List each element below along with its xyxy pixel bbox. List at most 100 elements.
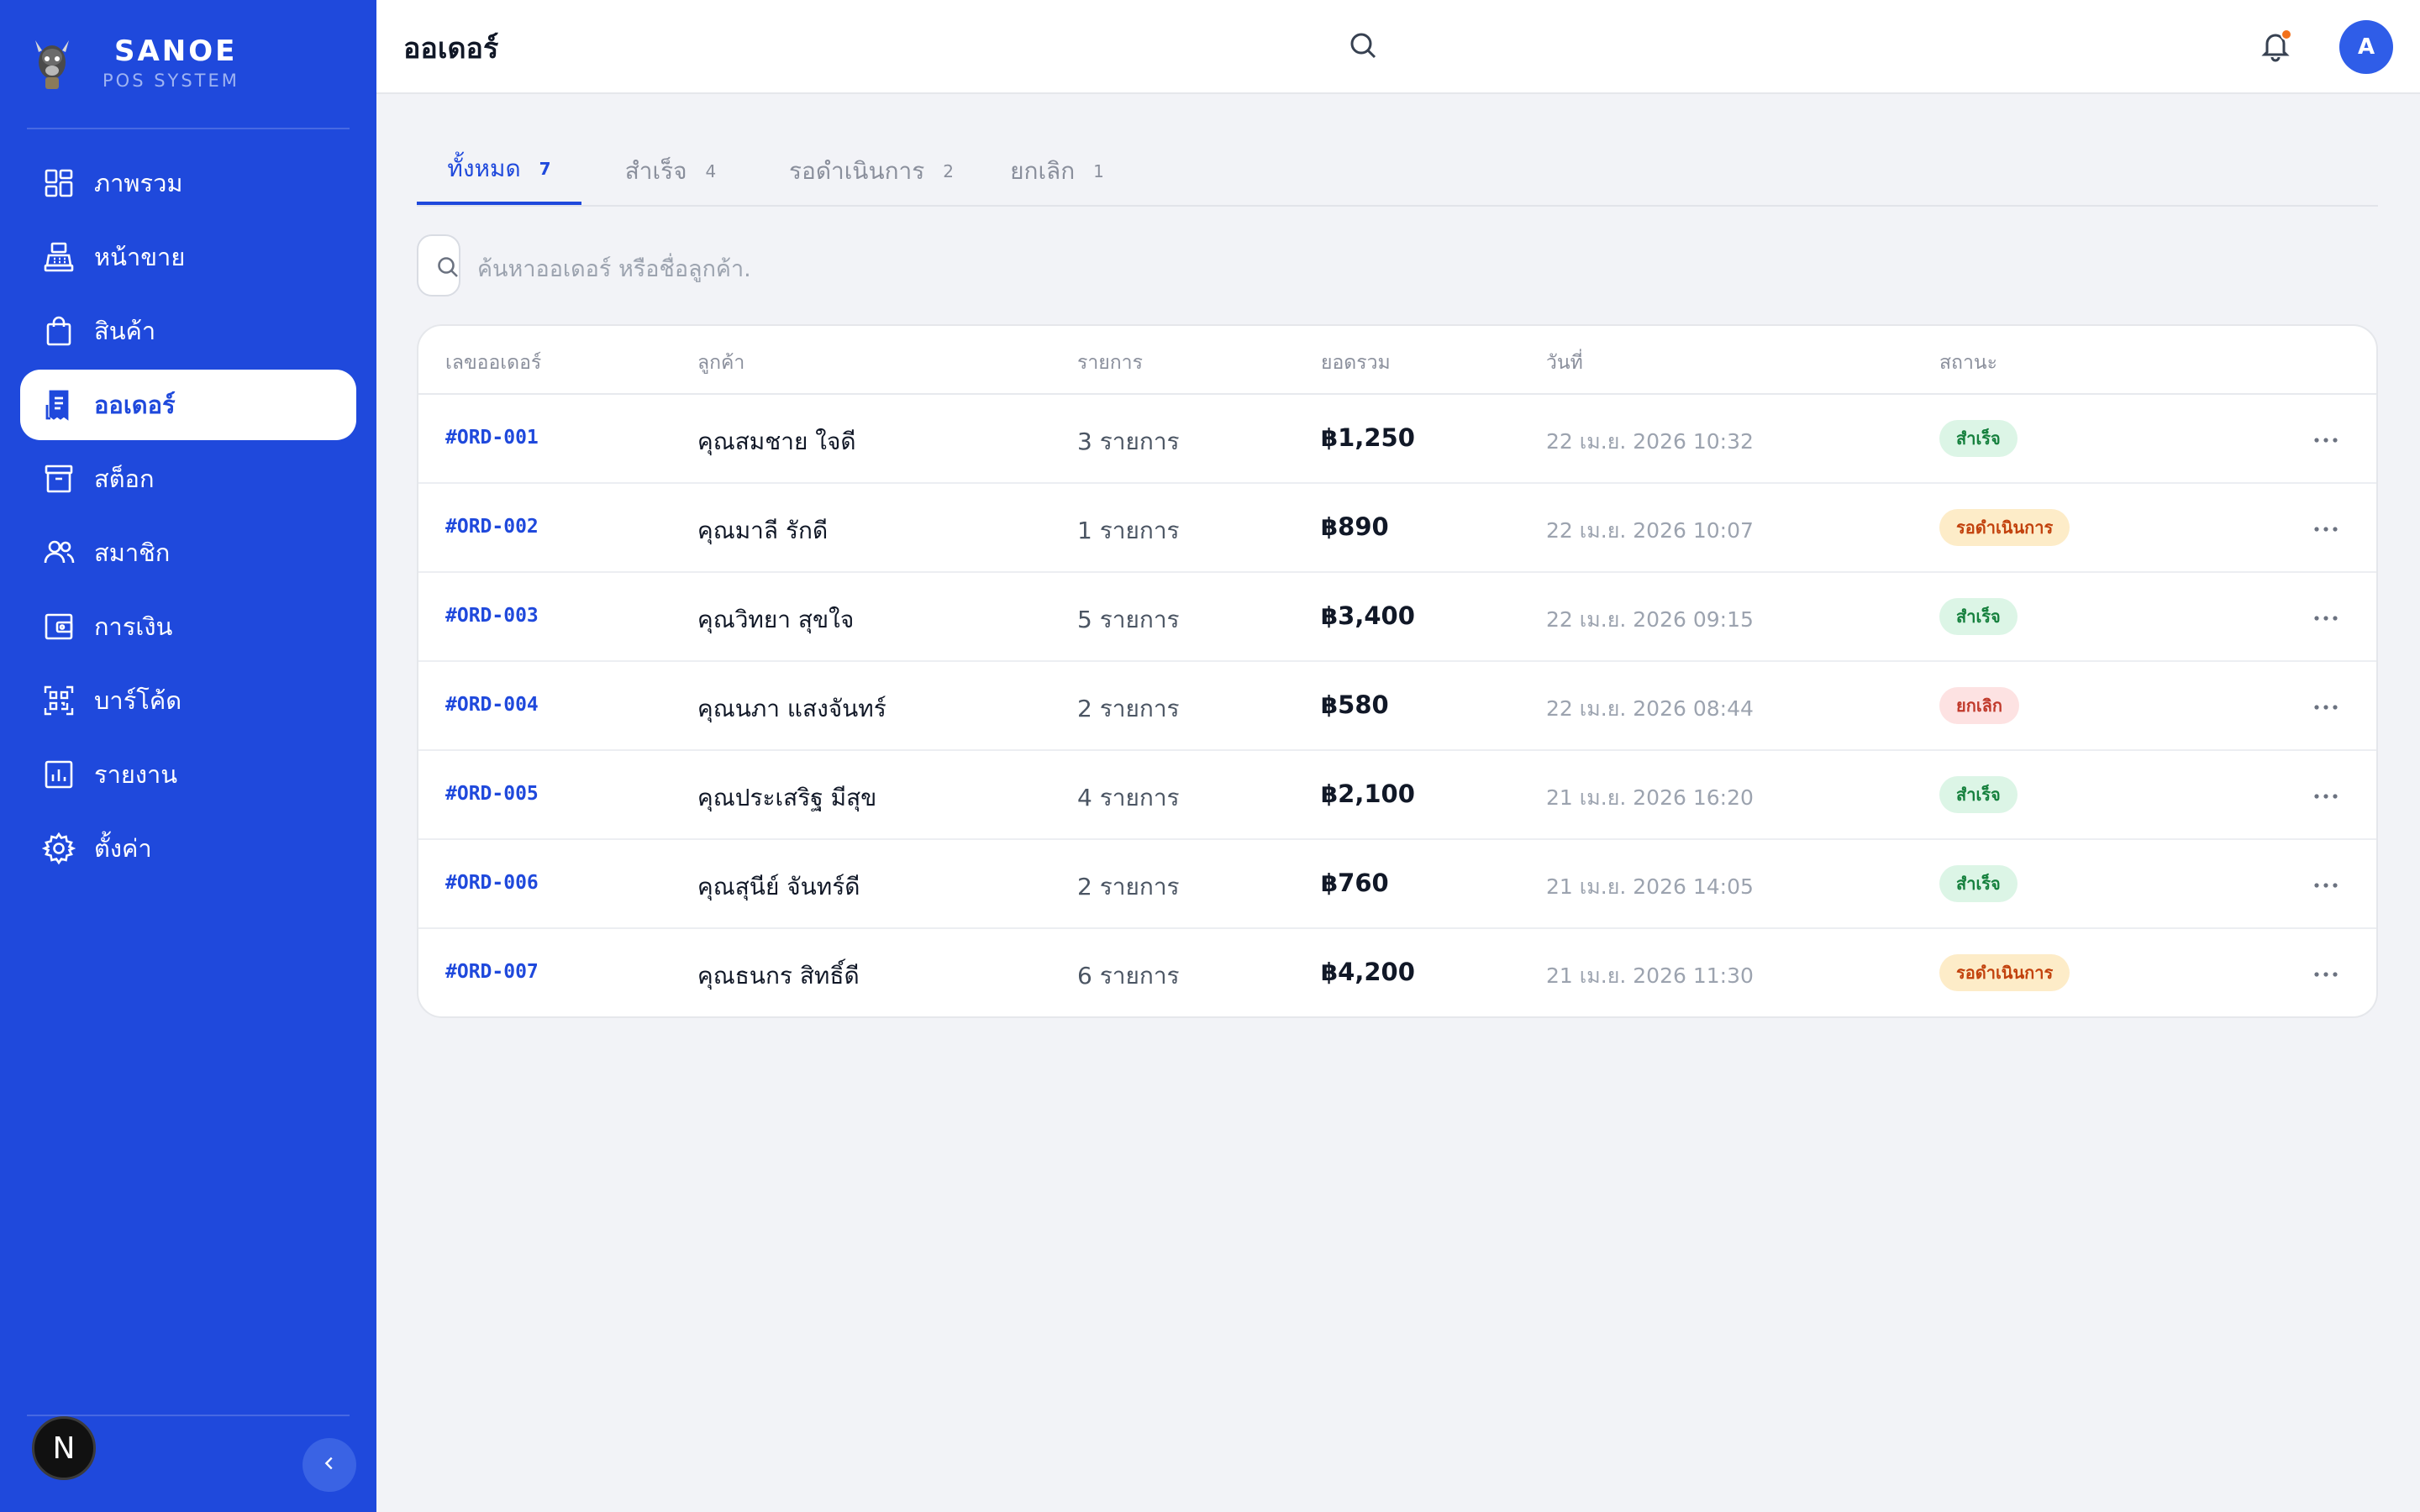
item-count: 1 รายการ <box>1077 517 1180 544</box>
status-badge: สำเร็จ <box>1939 420 2018 457</box>
page-title: ออเดอร์ <box>403 32 499 66</box>
avatar[interactable]: A <box>2339 20 2393 74</box>
column-header-total[interactable]: ยอดรวม <box>1321 348 1391 378</box>
item-count: 4 รายการ <box>1077 784 1180 811</box>
order-id-link[interactable]: #ORD-006 <box>445 872 539 894</box>
column-header-order-id[interactable]: เลขออเดอร์ <box>445 348 541 378</box>
customer-name: คุณมาลี รักดี <box>697 517 829 544</box>
order-total: ฿890 <box>1321 512 1389 541</box>
order-date: 22 เม.ย. 2026 08:44 <box>1546 696 1754 721</box>
search-input[interactable]: ค้นหาออเดอร์ หรือชื่อลูกค้า. <box>477 250 751 286</box>
sidebar-item-reports[interactable]: รายงาน <box>20 739 356 810</box>
order-id-link[interactable]: #ORD-007 <box>445 961 539 983</box>
more-horizontal-icon <box>2313 520 2338 536</box>
receipt-icon <box>42 388 76 422</box>
more-horizontal-icon <box>2313 609 2338 625</box>
tab-cancelled[interactable]: ยกเลิก 1 <box>995 136 1119 207</box>
wallet-icon <box>42 610 76 643</box>
order-id-link[interactable]: #ORD-003 <box>445 605 539 627</box>
search-icon <box>435 255 460 280</box>
customer-name: คุณประเสริฐ มีสุข <box>697 784 877 811</box>
search-button[interactable] <box>1339 24 1386 71</box>
item-count: 5 รายการ <box>1077 606 1180 633</box>
more-horizontal-icon <box>2313 876 2338 892</box>
chevron-left-icon <box>320 1454 339 1476</box>
notifications-button[interactable] <box>2252 24 2299 71</box>
tab-count: 4 <box>705 161 717 181</box>
sidebar-item-label: ออเดอร์ <box>94 391 176 419</box>
column-header-date[interactable]: วันที่ <box>1546 348 1583 378</box>
logo-icon <box>27 34 77 94</box>
more-actions-button[interactable] <box>2307 956 2344 990</box>
gear-icon <box>42 832 76 865</box>
bar-chart-icon <box>42 758 76 791</box>
table-row[interactable]: #ORD-002 คุณมาลี รักดี 1 รายการ ฿890 22 เม.ย… <box>418 484 2376 573</box>
sidebar-item-label: สต็อก <box>94 465 155 493</box>
order-id-link[interactable]: #ORD-004 <box>445 694 539 716</box>
orders-table: เลขออเดอร์ ลูกค้า รายการ ยอดรวม วันที่ ส… <box>417 324 2378 1018</box>
sidebar-item-barcode[interactable]: บาร์โค้ด <box>20 665 356 736</box>
column-header-customer[interactable]: ลูกค้า <box>697 348 744 378</box>
customer-name: คุณวิทยา สุขใจ <box>697 606 855 633</box>
framework-badge[interactable]: N <box>32 1416 96 1480</box>
brand[interactable]: SANOE POS SYSTEM <box>27 30 355 97</box>
divider <box>27 128 350 129</box>
sidebar-item-settings[interactable]: ตั้งค่า <box>20 813 356 884</box>
tab-success[interactable]: สำเร็จ 4 <box>608 136 733 207</box>
sidebar-item-finance[interactable]: การเงิน <box>20 591 356 662</box>
tab-label: ยกเลิก <box>1010 157 1076 185</box>
table-row[interactable]: #ORD-007 คุณธนกร สิทธิ์ดี 6 รายการ ฿4,200 21… <box>418 929 2376 1016</box>
table-row[interactable]: #ORD-003 คุณวิทยา สุขใจ 5 รายการ ฿3,400 22 เ… <box>418 573 2376 662</box>
tab-all[interactable]: ทั้งหมด 7 <box>417 136 581 205</box>
customer-name: คุณนภา แสงจันทร์ <box>697 695 886 722</box>
collapse-sidebar-button[interactable] <box>302 1438 356 1492</box>
more-actions-button[interactable] <box>2307 600 2344 633</box>
order-total: ฿580 <box>1321 690 1389 719</box>
column-header-status[interactable]: สถานะ <box>1939 348 1997 378</box>
table-row[interactable]: #ORD-005 คุณประเสริฐ มีสุข 4 รายการ ฿2,100 2… <box>418 751 2376 840</box>
order-total: ฿760 <box>1321 869 1389 897</box>
top-header: ออเดอร์ A <box>376 0 2420 94</box>
status-badge: สำเร็จ <box>1939 776 2018 813</box>
order-id-link[interactable]: #ORD-002 <box>445 516 539 538</box>
table-row[interactable]: #ORD-006 คุณสุนีย์ จันทร์ดี 2 รายการ ฿760 21… <box>418 840 2376 929</box>
table-row[interactable]: #ORD-004 คุณนภา แสงจันทร์ 2 รายการ ฿580 22 เ… <box>418 662 2376 751</box>
tab-count: 1 <box>1093 161 1104 181</box>
sidebar-item-products[interactable]: สินค้า <box>20 296 356 366</box>
status-badge: รอดำเนินการ <box>1939 954 2070 991</box>
sidebar-item-label: สมาชิก <box>94 538 171 567</box>
sidebar-item-pos[interactable]: หน้าขาย <box>20 222 356 292</box>
order-date: 21 เม.ย. 2026 11:30 <box>1546 963 1754 988</box>
sidebar-item-label: บาร์โค้ด <box>94 686 182 715</box>
order-date: 21 เม.ย. 2026 14:05 <box>1546 874 1754 899</box>
search-input-box[interactable] <box>417 234 460 297</box>
tab-label: ทั้งหมด <box>447 155 521 182</box>
more-actions-button[interactable] <box>2307 422 2344 455</box>
sidebar-item-label: หน้าขาย <box>94 243 186 271</box>
sidebar-item-label: สินค้า <box>94 317 156 345</box>
search-icon <box>1346 29 1380 66</box>
column-header-items[interactable]: รายการ <box>1077 348 1143 378</box>
sidebar-item-orders[interactable]: ออเดอร์ <box>20 370 356 440</box>
order-date: 22 เม.ย. 2026 10:32 <box>1546 429 1754 454</box>
tab-label: สำเร็จ <box>624 157 687 185</box>
table-header: เลขออเดอร์ ลูกค้า รายการ ยอดรวม วันที่ ส… <box>418 326 2376 395</box>
brand-subtitle: POS SYSTEM <box>103 71 239 91</box>
status-tabs: ทั้งหมด 7 สำเร็จ 4 รอดำเนินการ 2 ยกเลิก … <box>417 136 2378 207</box>
sidebar-item-overview[interactable]: ภาพรวม <box>20 148 356 218</box>
order-id-link[interactable]: #ORD-005 <box>445 783 539 805</box>
more-horizontal-icon <box>2313 698 2338 714</box>
status-badge: รอดำเนินการ <box>1939 509 2070 546</box>
more-actions-button[interactable] <box>2307 689 2344 722</box>
sidebar-item-stock[interactable]: สต็อก <box>20 444 356 514</box>
more-actions-button[interactable] <box>2307 778 2344 811</box>
tab-pending[interactable]: รอดำเนินการ 2 <box>761 136 981 207</box>
more-actions-button[interactable] <box>2307 867 2344 900</box>
order-id-link[interactable]: #ORD-001 <box>445 427 539 449</box>
table-row[interactable]: #ORD-001 คุณสมชาย ใจดี 3 รายการ ฿1,250 22 เม… <box>418 395 2376 484</box>
order-total: ฿2,100 <box>1321 780 1415 808</box>
divider <box>27 1415 350 1416</box>
sidebar-item-members[interactable]: สมาชิก <box>20 517 356 588</box>
sidebar-item-label: การเงิน <box>94 612 173 641</box>
more-actions-button[interactable] <box>2307 511 2344 544</box>
